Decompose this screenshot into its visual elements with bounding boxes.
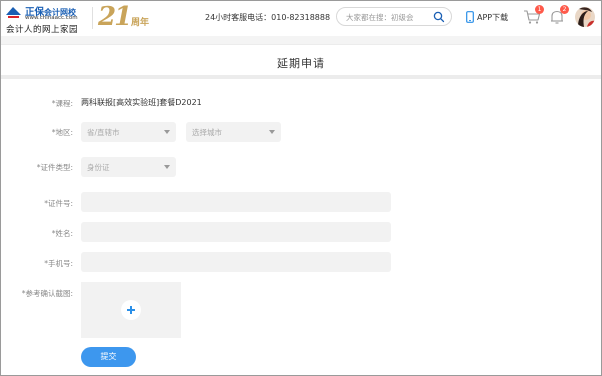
id-type-value: 身份证 [87,163,110,172]
id-number-label: *证件号: [44,199,73,208]
id-type-select[interactable]: 身份证 [81,157,176,177]
name-label: *姓名: [51,229,73,238]
app-download-link[interactable]: APP下载 [466,9,511,25]
site-logo[interactable]: 正保会计网校 www.chinaacc.com 会计人的网上家园 [3,3,91,35]
notification-button[interactable]: 2 [548,5,569,25]
city-select[interactable]: 选择城市 [186,122,281,142]
site-header: 正保会计网校 www.chinaacc.com 会计人的网上家园 21 周年 2… [1,1,601,36]
extension-form: *课程: 两科联报[高效实验班]套餐D2021 *地区: 省/直辖市 选择城市 … [1,83,601,375]
avatar[interactable] [575,7,595,27]
phone-label: *手机号: [44,259,73,268]
notification-badge: 2 [560,5,569,14]
header-gap [1,36,601,44]
screenshot-label: *参考确认截图: [21,289,73,298]
anniversary-badge: 21 周年 [98,2,158,35]
province-placeholder: 省/直辖市 [87,128,120,137]
search-input[interactable] [346,11,430,23]
logo-url: www.chinaacc.com [25,15,78,21]
cart-badge: 1 [535,5,544,14]
anniversary-number: 21 [98,2,132,32]
search-box[interactable] [336,7,452,26]
id-type-chevron-down-icon [164,165,170,169]
header-divider [92,7,93,29]
id-number-input[interactable] [81,192,391,212]
app-download-label: APP下载 [477,13,509,22]
page-title: 延期申请 [277,57,325,70]
course-label: *课程: [51,99,73,108]
screenshot-upload[interactable] [81,282,181,338]
search-icon[interactable] [433,11,445,23]
logo-mark-icon [6,7,21,18]
avatar-image [575,7,595,27]
id-type-label: *证件类型: [36,163,73,172]
plus-icon[interactable] [121,300,141,320]
cart-button[interactable]: 1 [523,5,544,25]
phone-icon [466,11,474,23]
course-value: 两科联报[高效实验班]套餐D2021 [81,98,202,107]
province-select[interactable]: 省/直辖市 [81,122,176,142]
name-input[interactable] [81,222,391,242]
page-frame: 正保会计网校 www.chinaacc.com 会计人的网上家园 21 周年 2… [0,0,602,376]
region-label: *地区: [51,128,73,137]
phone-input[interactable] [81,252,391,272]
province-chevron-down-icon [164,130,170,134]
city-placeholder: 选择城市 [192,128,222,137]
service-hotline: 24小时客服电话：010-82318888 [205,13,331,22]
submit-button[interactable]: 提交 [81,347,136,367]
anniversary-label: 周年 [131,18,150,28]
title-bar: 延期申请 [1,44,601,79]
city-chevron-down-icon [269,130,275,134]
logo-slogan: 会计人的网上家园 [6,25,79,35]
